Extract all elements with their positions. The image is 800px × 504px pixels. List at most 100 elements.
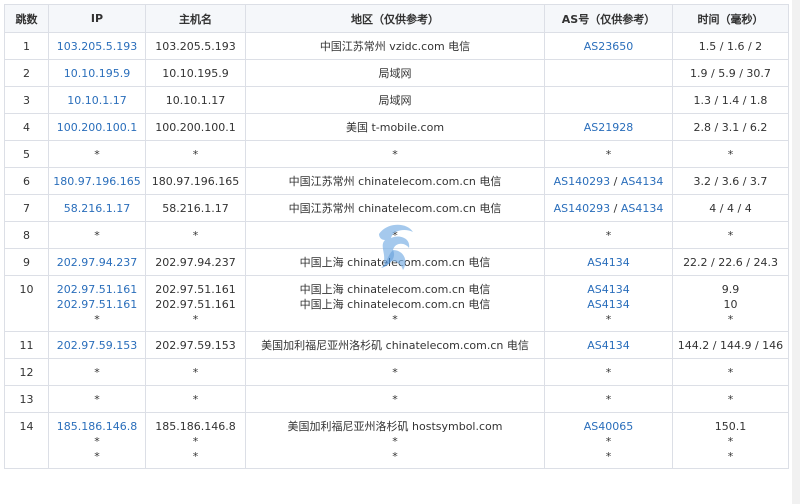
table-row: 13 * * * * * xyxy=(4,385,789,413)
hostname-cell: 103.205.5.193 xyxy=(145,32,246,60)
region-text: 中国江苏常州 vzidc.com 电信 xyxy=(319,40,471,53)
time-text: 150.1 xyxy=(714,420,747,433)
as-link[interactable]: AS23650 xyxy=(584,40,634,53)
ip-cell: 58.216.1.17 xyxy=(48,194,146,222)
as-link[interactable]: AS40065 xyxy=(584,420,634,433)
time-cell: 22.2 / 22.6 / 24.3 xyxy=(672,248,789,276)
ip-link[interactable]: 10.10.1.17 xyxy=(49,93,145,108)
time-text: 22.2 / 22.6 / 24.3 xyxy=(683,256,778,269)
as-link[interactable]: AS4134 xyxy=(587,283,630,296)
hostname-text: 10.10.1.17 xyxy=(165,94,226,107)
region-cell: * xyxy=(245,140,545,168)
hop-cell: 4 xyxy=(4,113,49,141)
as-cell xyxy=(544,59,673,87)
ip-link[interactable]: 100.200.100.1 xyxy=(49,120,145,135)
hostname-cell: 202.97.94.237 xyxy=(145,248,246,276)
as-link[interactable]: AS4134 xyxy=(621,175,664,188)
hostname-text: * xyxy=(192,229,199,242)
time-text: * xyxy=(727,435,734,448)
time-text: * xyxy=(727,313,734,326)
hop-cell: 6 xyxy=(4,167,49,195)
ip-cell: 10.10.195.9 xyxy=(48,59,146,87)
time-cell: 1.9 / 5.9 / 30.7 xyxy=(672,59,789,87)
column-header-as: AS号（仅供参考） xyxy=(544,4,673,33)
time-cell: 150.1 * * xyxy=(672,412,789,469)
as-link[interactable]: AS4134 xyxy=(587,298,630,311)
region-text: * xyxy=(392,148,398,161)
hostname-cell: 202.97.51.161 202.97.51.161 * xyxy=(145,275,246,332)
table-header-row: 跳数 IP 主机名 地区（仅供参考） AS号（仅供参考） 时间（毫秒） xyxy=(4,4,789,33)
region-text: 中国上海 chinatelecom.com.cn 电信 xyxy=(299,283,491,296)
ip-link[interactable]: 202.97.59.153 xyxy=(49,338,145,353)
region-text: * xyxy=(392,450,398,463)
time-cell: 1.3 / 1.4 / 1.8 xyxy=(672,86,789,114)
column-header-time: 时间（毫秒） xyxy=(672,4,789,33)
time-cell: 144.2 / 144.9 / 146 xyxy=(672,331,789,359)
ip-cell: * xyxy=(48,221,146,249)
as-cell: * xyxy=(544,385,673,413)
as-link[interactable]: AS4134 xyxy=(587,256,630,269)
region-text: * xyxy=(392,393,398,406)
time-text: 9.9 xyxy=(721,283,740,296)
as-link[interactable]: AS140293 xyxy=(554,175,611,188)
time-text: * xyxy=(727,366,734,379)
hostname-cell: * xyxy=(145,358,246,386)
ip-link[interactable]: 202.97.94.237 xyxy=(49,255,145,270)
column-header-region: 地区（仅供参考） xyxy=(245,4,545,33)
table-row: 7 58.216.1.17 58.216.1.17 中国江苏常州 chinatelec… xyxy=(4,194,789,222)
as-link[interactable]: AS21928 xyxy=(584,121,634,134)
vertical-scrollbar[interactable] xyxy=(792,0,800,504)
ip-link[interactable]: 180.97.196.165 xyxy=(49,174,145,189)
hostname-text: * xyxy=(192,313,199,326)
ip-link[interactable]: 202.97.51.161 xyxy=(49,282,145,297)
ip-link[interactable]: 58.216.1.17 xyxy=(49,201,145,216)
hop-cell: 7 xyxy=(4,194,49,222)
hostname-text: 58.216.1.17 xyxy=(162,202,229,215)
as-line: * xyxy=(545,449,672,464)
as-line: AS23650 xyxy=(545,39,672,54)
hop-cell: 10 xyxy=(4,275,49,332)
region-text: 美国 t-mobile.com xyxy=(345,121,445,134)
hop-cell: 5 xyxy=(4,140,49,168)
region-cell: 美国加利福尼亚州洛杉矶 hostsymbol.com * * xyxy=(245,412,545,469)
ip-cell: 10.10.1.17 xyxy=(48,86,146,114)
as-link[interactable]: AS140293 xyxy=(554,202,611,215)
as-link[interactable]: AS4134 xyxy=(587,339,630,352)
as-line: AS4134 xyxy=(545,297,672,312)
ip-link[interactable]: 10.10.195.9 xyxy=(49,66,145,81)
hop-number: 7 xyxy=(23,202,30,215)
ip-cell: * xyxy=(48,358,146,386)
ip-empty: * xyxy=(94,435,100,448)
traceroute-table: 跳数 IP 主机名 地区（仅供参考） AS号（仅供参考） 时间（毫秒） 1 103… xyxy=(4,4,789,469)
region-cell: 中国上海 chinatelecom.com.cn 电信 xyxy=(245,248,545,276)
as-line xyxy=(545,66,672,81)
as-link[interactable]: AS4134 xyxy=(621,202,664,215)
hop-cell: 13 xyxy=(4,385,49,413)
ip-link[interactable]: 103.205.5.193 xyxy=(49,39,145,54)
as-cell: AS4134 xyxy=(544,331,673,359)
hop-number: 4 xyxy=(23,121,30,134)
hop-number: 3 xyxy=(23,94,30,107)
hostname-cell: * xyxy=(145,221,246,249)
as-empty: * xyxy=(605,229,612,242)
table-row: 3 10.10.1.17 10.10.1.17 局域网 1.3 / 1.4 / 1.8 xyxy=(4,86,789,114)
hop-number: 13 xyxy=(19,393,34,406)
time-cell: * xyxy=(672,140,789,168)
ip-empty: * xyxy=(94,148,100,161)
hostname-text: * xyxy=(192,393,199,406)
ip-cell: 202.97.59.153 xyxy=(48,331,146,359)
hostname-cell: * xyxy=(145,140,246,168)
time-text: 1.5 / 1.6 / 2 xyxy=(698,40,763,53)
time-cell: 4 / 4 / 4 xyxy=(672,194,789,222)
ip-empty: * xyxy=(94,366,100,379)
ip-link[interactable]: 185.186.146.8 xyxy=(49,419,145,434)
as-cell: AS23650 xyxy=(544,32,673,60)
region-cell: 中国江苏常州 vzidc.com 电信 xyxy=(245,32,545,60)
hop-number: 10 xyxy=(19,283,34,296)
traceroute-panel: 跳数 IP 主机名 地区（仅供参考） AS号（仅供参考） 时间（毫秒） 1 103… xyxy=(4,4,789,469)
ip-cell: 202.97.51.161 202.97.51.161 * xyxy=(48,275,146,332)
region-text: 美国加利福尼亚州洛杉矶 hostsymbol.com xyxy=(287,420,503,433)
ip-link[interactable]: 202.97.51.161 xyxy=(49,297,145,312)
hop-number: 1 xyxy=(23,40,30,53)
time-text: 4 / 4 / 4 xyxy=(709,202,752,215)
